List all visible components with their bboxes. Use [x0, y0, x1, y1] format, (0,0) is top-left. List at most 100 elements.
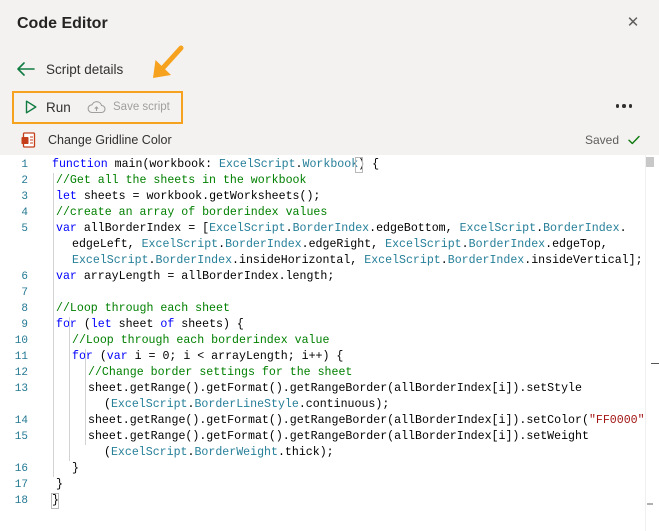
code-line: for (var i = 0; i < arrayLength; i++) {: [72, 349, 343, 365]
code-editor-pane: Code Editor ✕ Script details Run Save sc…: [0, 0, 659, 531]
code-line: //Get all the sheets in the workbook: [56, 173, 306, 189]
play-icon: [25, 100, 37, 114]
code-editor[interactable]: 1 2 3 4 5 6 7 8 9 10 11 12 13 14 15 16 17 18 function mai…: [0, 155, 659, 531]
script-file-icon: [21, 132, 36, 148]
line-number: 15: [14, 431, 28, 443]
code-token: sheets) {: [174, 318, 244, 331]
code-token: .: [295, 158, 303, 171]
code-line: //Loop through each sheet: [56, 301, 230, 317]
scrollbar-thumb[interactable]: [646, 157, 654, 167]
code-line: var allBorderIndex = [ExcelScript.Border…: [56, 221, 627, 237]
code-token: //create an array of borderindex values: [56, 206, 328, 219]
code-token: BorderIndex: [447, 254, 525, 267]
code-token: .: [440, 254, 448, 267]
code-line: let sheets = workbook.getWorksheets();: [56, 189, 320, 205]
indent-guide: [85, 349, 86, 445]
code-token: sheet.getRange().getFormat().getRangeBor…: [88, 430, 589, 443]
code-line: var arrayLength = allBorderIndex.length;: [56, 269, 334, 285]
code-token: .edgeRight,: [301, 238, 386, 251]
line-number: 2: [21, 175, 28, 187]
code-token: ExcelScript: [110, 446, 188, 459]
code-line: edgeLeft, ExcelScript.BorderIndex.edgeRi…: [72, 237, 608, 253]
back-label: Script details: [46, 61, 124, 77]
code-token: }: [56, 478, 63, 491]
close-icon[interactable]: ✕: [624, 14, 642, 32]
run-button[interactable]: Run: [25, 97, 71, 117]
code-token: allBorderIndex = [: [76, 222, 210, 235]
save-status-label: Saved: [585, 133, 620, 147]
run-label: Run: [46, 99, 71, 115]
pane-title: Code Editor: [17, 15, 108, 32]
code-line: //Change border settings for the sheet: [88, 365, 352, 381]
line-number: [0, 397, 28, 413]
line-number: 13: [14, 383, 28, 395]
line-number: 4: [21, 207, 28, 219]
code-token: .continuous);: [298, 398, 390, 411]
code-line: //create an array of borderindex values: [56, 205, 327, 221]
code-token: .: [619, 222, 627, 235]
bracket-match-highlight: [51, 493, 59, 509]
code-token: //Loop through each sheet: [56, 302, 230, 315]
cloud-icon: [87, 101, 106, 114]
code-token: BorderIndex: [543, 222, 620, 235]
code-text-area[interactable]: function main(workbook: ExcelScript.Work…: [45, 155, 659, 531]
more-dot: [622, 104, 626, 108]
code-token: main(workbook:: [107, 158, 219, 171]
code-token: sheets = workbook.getWorksheets();: [76, 190, 321, 203]
code-token: //Change border settings for the sheet: [88, 366, 353, 379]
code-token: (: [92, 350, 107, 363]
code-token: BorderIndex: [292, 222, 370, 235]
code-token: Workbook: [302, 158, 359, 171]
line-number: 10: [14, 335, 28, 347]
code-token: .: [285, 222, 293, 235]
code-token: .: [148, 254, 156, 267]
vertical-scrollbar[interactable]: [645, 155, 659, 531]
code-token: of: [160, 318, 175, 331]
line-number: 3: [21, 191, 28, 203]
code-token: sheet.getRange().getFormat().getRangeBor…: [88, 414, 589, 427]
code-line: sheet.getRange().getFormat().getRangeBor…: [88, 413, 659, 429]
code-token: arrayLength = allBorderIndex.length;: [76, 270, 335, 283]
code-token: for: [56, 318, 77, 331]
code-token: var: [56, 222, 77, 235]
save-script-button[interactable]: Save script: [87, 97, 170, 117]
code-token: .edgeTop,: [545, 238, 608, 251]
line-number: [0, 253, 28, 269]
code-token: let: [56, 190, 77, 203]
line-number: 17: [14, 479, 28, 491]
code-token: (: [76, 318, 91, 331]
line-number: 18: [14, 495, 28, 507]
more-dot: [615, 104, 620, 108]
line-number: 14: [14, 415, 28, 427]
line-number: 7: [21, 287, 28, 299]
code-token: ExcelScript: [209, 222, 286, 235]
code-token: sheet: [111, 318, 161, 331]
more-options-button[interactable]: [612, 96, 636, 116]
code-line: }: [56, 477, 63, 493]
indent-guide: [69, 317, 70, 461]
code-line: function main(workbook: ExcelScript.Work…: [52, 157, 379, 173]
code-token: .insideHorizontal,: [232, 254, 365, 267]
code-line: //Loop through each borderindex value: [72, 333, 329, 349]
code-token: BorderIndex: [155, 254, 233, 267]
code-token: BorderIndex: [468, 238, 546, 251]
code-token: sheet.getRange().getFormat().getRangeBor…: [88, 382, 582, 395]
code-token: BorderLineStyle: [194, 398, 299, 411]
checkmark-icon: [628, 135, 640, 145]
more-dot: [628, 104, 633, 108]
line-number: 8: [21, 303, 28, 315]
line-number: 6: [21, 271, 28, 283]
code-token: BorderIndex: [225, 238, 302, 251]
code-token: .insideVertical];: [524, 254, 643, 267]
back-to-script-details[interactable]: Script details: [17, 58, 123, 80]
line-number: 1: [21, 159, 28, 171]
code-token: for: [72, 350, 93, 363]
code-token: i = 0; i < arrayLength; i++) {: [127, 350, 344, 363]
code-token: .thick);: [277, 446, 334, 459]
line-number: 9: [21, 319, 28, 331]
code-token: ExcelScript: [459, 222, 537, 235]
code-line: (ExcelScript.BorderWeight.thick);: [104, 445, 334, 461]
callout-arrow-icon: [153, 45, 184, 78]
code-token: ExcelScript: [364, 254, 441, 267]
code-token: var: [106, 350, 128, 363]
